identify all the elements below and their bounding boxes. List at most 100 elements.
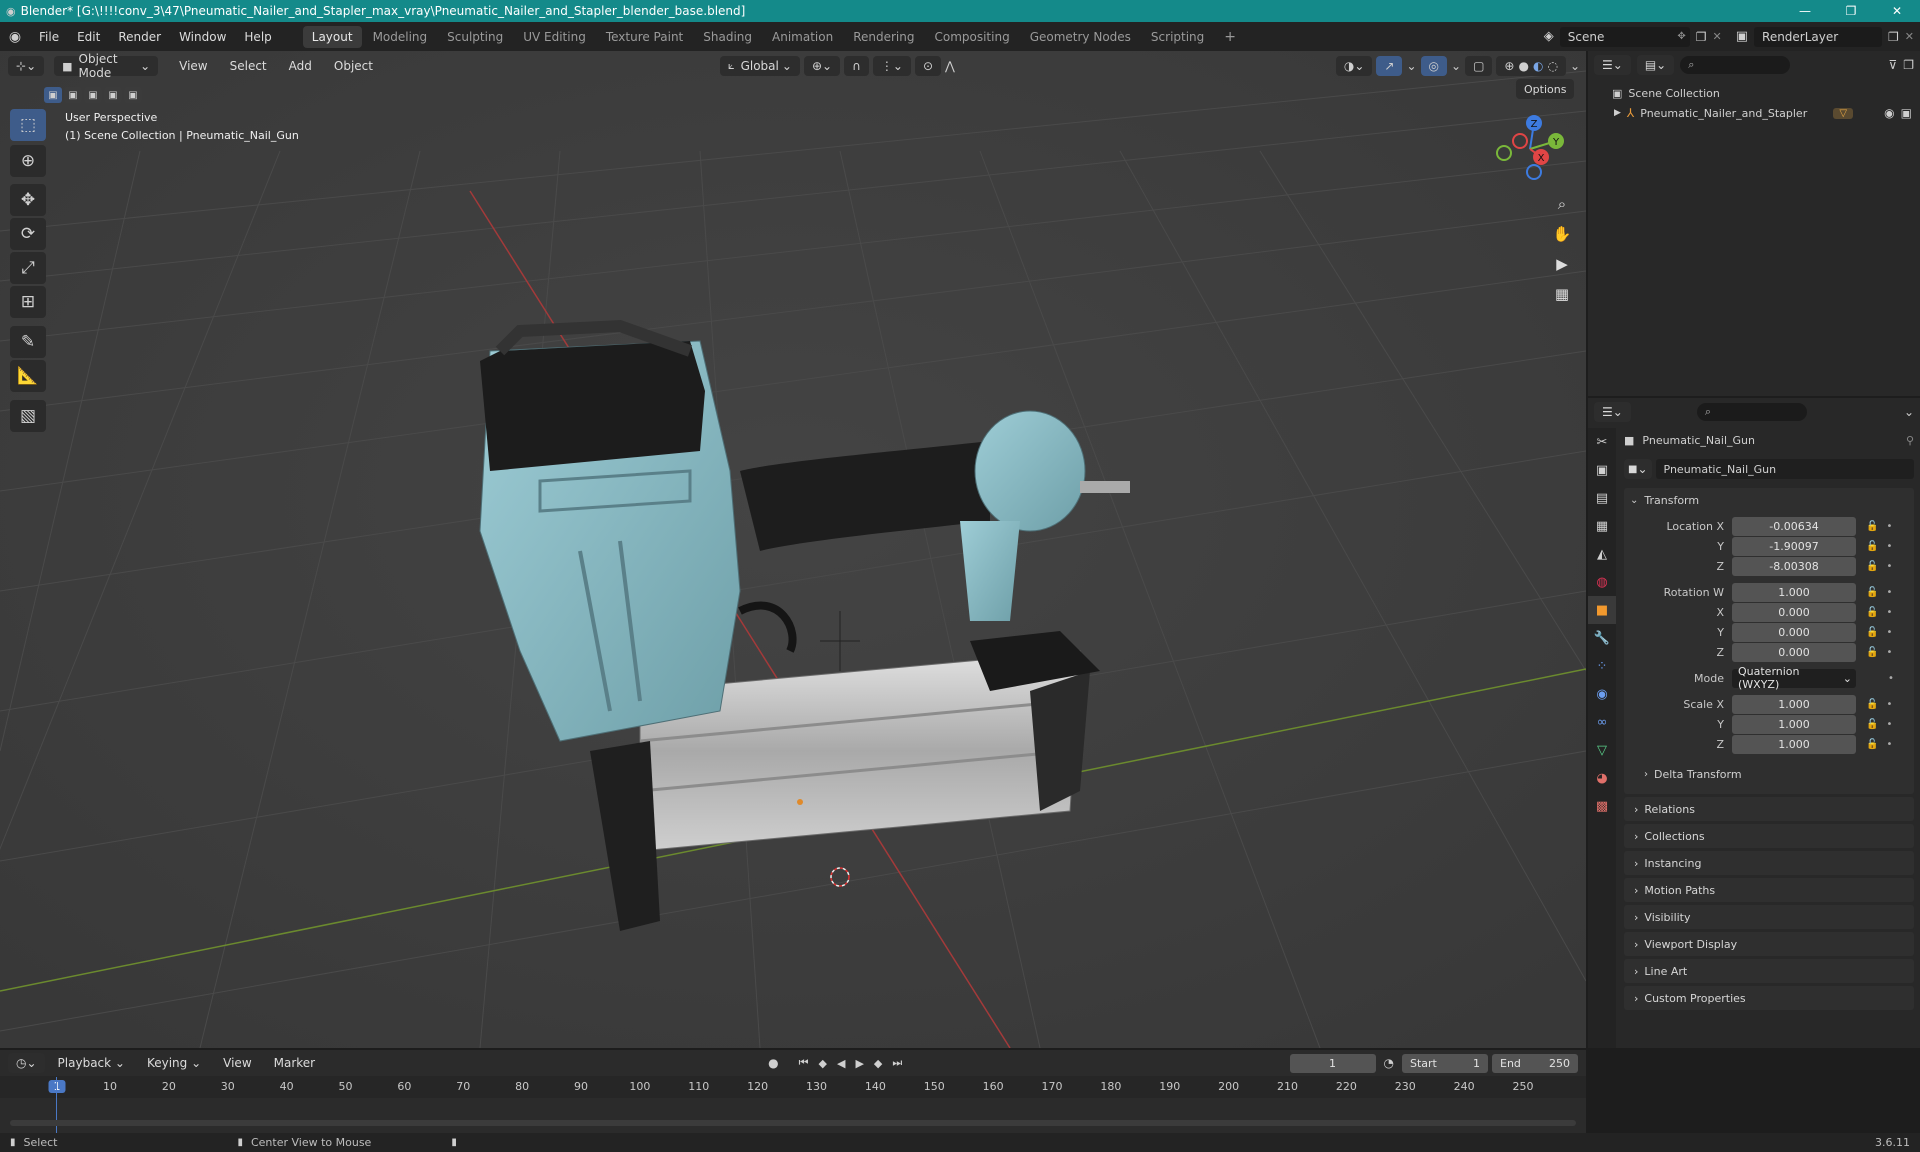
tab-texture-paint[interactable]: Texture Paint (597, 26, 692, 48)
prev-keyframe-icon[interactable]: ◆ (819, 1057, 827, 1070)
keyframe-dot-icon[interactable]: • (1886, 627, 1892, 638)
transform-orientation-selector[interactable]: ⟀ Global ⌄ (719, 56, 800, 76)
panel-collections[interactable]: › Collections (1624, 824, 1914, 848)
proportional-edit-toggle[interactable]: ⊙ (914, 56, 942, 76)
filter-icon[interactable]: ⊽ (1888, 58, 1897, 72)
panel-visibility[interactable]: › Visibility (1624, 905, 1914, 929)
snap-toggle[interactable]: ∩ (844, 56, 869, 76)
tab-physics[interactable]: ◉ (1588, 680, 1616, 708)
outliner-row-scene-collection[interactable]: ▣ Scene Collection (1588, 83, 1920, 103)
new-collection-icon[interactable]: ❐ (1903, 58, 1914, 72)
keyframe-dot-icon[interactable]: • (1886, 587, 1892, 598)
close-button[interactable]: ✕ (1874, 4, 1920, 18)
add-workspace-button[interactable]: + (1215, 25, 1245, 49)
ortho-toggle-button[interactable]: ▦ (1548, 280, 1576, 308)
constraint-filter-icon[interactable]: ▽ (1833, 107, 1854, 119)
datablock-browse-button[interactable]: ■ ⌄ (1624, 459, 1652, 479)
keyframe-dot-icon[interactable]: • (1888, 673, 1894, 684)
tab-geometry-nodes[interactable]: Geometry Nodes (1021, 26, 1140, 48)
lock-icon[interactable]: 🔓 (1866, 739, 1878, 750)
tab-material[interactable]: ◕ (1588, 764, 1616, 792)
shading-modes[interactable]: ⊕ ● ◐ ◌ (1496, 56, 1566, 76)
display-mode-button[interactable]: ▤ ⌄ (1636, 55, 1675, 75)
visibility-eye-icon[interactable]: ◉ (1884, 106, 1894, 120)
tab-compositing[interactable]: Compositing (925, 26, 1018, 48)
play-icon[interactable]: ▶ (855, 1057, 863, 1070)
rendered-shading-icon[interactable]: ◌ (1547, 59, 1557, 73)
tab-constraints[interactable]: ∞ (1588, 708, 1616, 736)
chevron-down-icon[interactable]: ⌄ (1570, 59, 1580, 73)
keyframe-dot-icon[interactable]: • (1886, 699, 1892, 710)
properties-editor-type[interactable]: ☰ ⌄ (1594, 402, 1631, 422)
location-z-field[interactable]: -8.00308 (1732, 556, 1856, 576)
tab-particles[interactable]: ⁘ (1588, 652, 1616, 680)
tab-output[interactable]: ▤ (1588, 484, 1616, 512)
select-box-tool[interactable]: ⬚ (10, 109, 46, 141)
timeline-menu-view[interactable]: View (214, 1056, 260, 1070)
keyframe-dot-icon[interactable]: • (1886, 719, 1892, 730)
minimize-button[interactable]: — (1782, 4, 1828, 18)
cursor-tool[interactable]: ⊕ (10, 145, 46, 177)
pivot-point-button[interactable]: ⊕ ⌄ (803, 56, 841, 76)
datablock-name-field[interactable]: Pneumatic_Nail_Gun (1655, 459, 1914, 479)
timeline-menu-keying[interactable]: Keying ⌄ (138, 1056, 210, 1070)
keyframe-dot-icon[interactable]: • (1886, 607, 1892, 618)
tab-world[interactable]: ◍ (1588, 568, 1616, 596)
mode-selector[interactable]: ■ Object Mode ⌄ (54, 52, 159, 80)
delete-scene-icon[interactable]: ✕ (1713, 30, 1722, 43)
tab-scene[interactable]: ◭ (1588, 540, 1616, 568)
editor-type-button[interactable]: ⊹ ⌄ (8, 56, 45, 76)
delta-transform-subpanel[interactable]: › Delta Transform (1624, 762, 1914, 786)
view-layer-field[interactable]: RenderLayer (1754, 26, 1883, 47)
pan-view-button[interactable]: ✋ (1548, 220, 1576, 248)
tab-shading[interactable]: Shading (694, 26, 761, 48)
lock-icon[interactable]: 🔓 (1866, 587, 1878, 598)
panel-instancing[interactable]: › Instancing (1624, 851, 1914, 875)
start-frame-field[interactable]: Start 1 (1402, 1053, 1488, 1073)
pin-icon[interactable]: ✥ (1677, 31, 1685, 42)
annotate-tool[interactable]: ✎ (10, 326, 46, 358)
location-x-field[interactable]: -0.00634 (1732, 516, 1856, 536)
menu-edit[interactable]: Edit (68, 30, 109, 44)
overlay-toggle[interactable]: ◎ (1420, 56, 1448, 76)
lock-icon[interactable]: 🔓 (1866, 699, 1878, 710)
3d-viewport[interactable]: ⊹ ⌄ ■ Object Mode ⌄ View Select Add Objec… (0, 51, 1586, 1048)
delete-view-layer-icon[interactable]: ✕ (1905, 30, 1914, 43)
rotation-z-field[interactable]: 0.000 (1732, 642, 1856, 662)
keyframe-dot-icon[interactable]: • (1886, 561, 1892, 572)
visibility-filter-button[interactable]: ◑ ⌄ (1335, 56, 1373, 76)
render-camera-icon[interactable]: ▣ (1901, 106, 1912, 120)
pin-icon[interactable]: ⚲ (1906, 434, 1914, 447)
menu-file[interactable]: File (30, 30, 68, 44)
lock-icon[interactable]: 🔓 (1866, 627, 1878, 638)
rotation-x-field[interactable]: 0.000 (1732, 602, 1856, 622)
tab-layout[interactable]: Layout (302, 25, 362, 48)
panel-relations[interactable]: › Relations (1624, 797, 1914, 821)
chevron-down-icon[interactable]: ⌄ (1451, 59, 1461, 73)
timeline-editor-type[interactable]: ◷ ⌄ (8, 1053, 45, 1073)
outliner-editor-type[interactable]: ☰ ⌄ (1594, 55, 1631, 75)
snap-target-button[interactable]: ⋮ ⌄ (872, 56, 911, 76)
select-difference-icon[interactable]: ▣ (104, 87, 122, 103)
lock-icon[interactable]: 🔓 (1866, 607, 1878, 618)
select-subtract-icon[interactable]: ▣ (84, 87, 102, 103)
xray-toggle[interactable]: ▢ (1465, 56, 1493, 76)
tab-modeling[interactable]: Modeling (364, 26, 437, 48)
tab-scripting[interactable]: Scripting (1142, 26, 1213, 48)
scale-z-field[interactable]: 1.000 (1732, 734, 1856, 754)
keyframe-dot-icon[interactable]: • (1886, 647, 1892, 658)
properties-search-input[interactable]: ⌕ (1696, 403, 1807, 421)
zoom-view-button[interactable]: ⌕ (1548, 190, 1576, 218)
tab-texture[interactable]: ▩ (1588, 792, 1616, 820)
tab-modifiers[interactable]: 🔧 (1588, 624, 1616, 652)
wireframe-shading-icon[interactable]: ⊕ (1504, 59, 1514, 73)
transform-panel-header[interactable]: ⌄ Transform (1624, 488, 1914, 512)
play-reverse-icon[interactable]: ◀ (837, 1057, 845, 1070)
move-tool[interactable]: ✥ (10, 184, 46, 216)
chevron-down-icon[interactable]: ⌄ (1406, 59, 1416, 73)
lock-icon[interactable]: 🔓 (1866, 541, 1878, 552)
add-cube-tool[interactable]: ▧ (10, 400, 46, 432)
viewport-menu-view[interactable]: View (170, 59, 216, 73)
lock-icon[interactable]: 🔓 (1866, 561, 1878, 572)
jump-start-icon[interactable]: ⏮ (799, 1056, 809, 1070)
